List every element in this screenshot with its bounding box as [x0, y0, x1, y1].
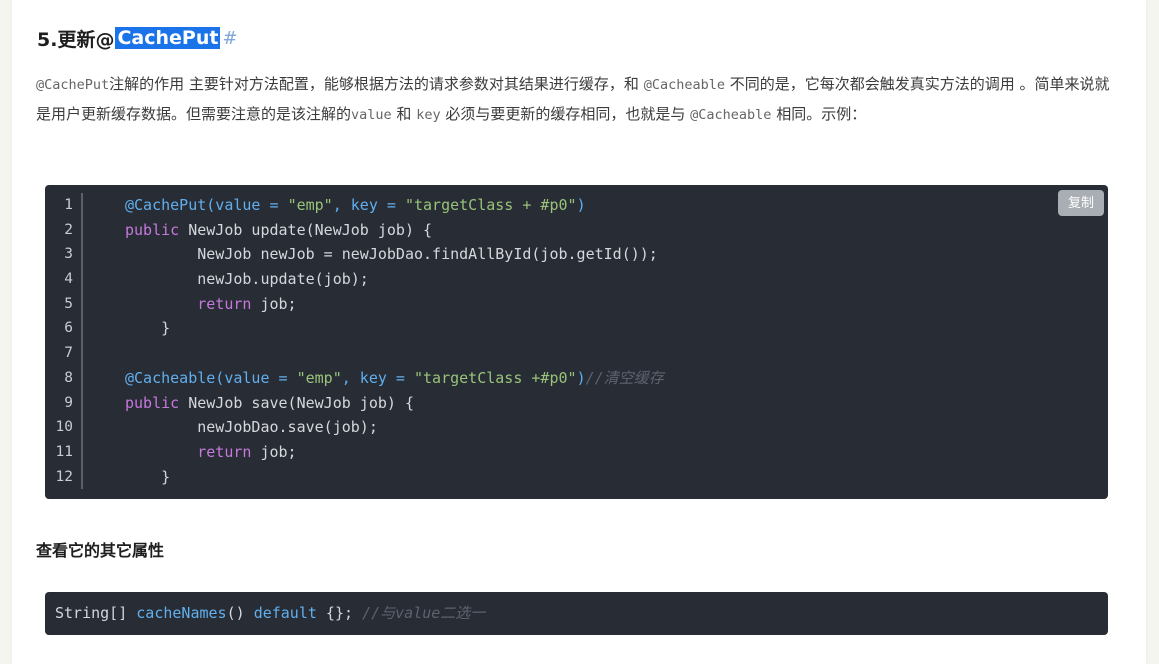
line-number: 10	[55, 419, 73, 436]
line-number: 2	[64, 221, 73, 238]
line-number: 6	[64, 320, 73, 337]
code-annotation: )	[576, 368, 586, 387]
subheading-other-attributes: 查看它的其它属性	[36, 541, 165, 560]
code-block-attribute: String[] cacheNames() default {}; //与val…	[45, 592, 1108, 635]
inline-code: @Cacheable	[690, 107, 772, 123]
code-line-12: }	[125, 467, 171, 486]
paragraph-text: 和	[391, 105, 417, 123]
code-annotation: @Cacheable(value =	[125, 368, 297, 387]
inline-code: key	[416, 107, 441, 123]
paragraph-text: 相同。示例：	[771, 105, 867, 123]
code-annotation: @CachePut(value =	[125, 196, 288, 214]
line-number: 12	[55, 468, 73, 485]
line-number: 5	[64, 295, 73, 312]
article-page: 5.更新@ CachePut # @CachePut注解的作用 主要针对方法配置…	[12, 0, 1146, 664]
code-line-1: @CachePut(value = "emp", key = "targetCl…	[125, 193, 1048, 218]
line-number: 4	[64, 271, 73, 288]
line-number-gutter: 1 2 3 4 5 6 7 8 9 10 11 12	[45, 193, 83, 489]
code-line: String[] cacheNames() default {}; //与val…	[55, 601, 485, 626]
heading-highlight: CachePut	[115, 27, 221, 49]
code-text: NewJob save(NewJob job) {	[179, 393, 414, 412]
code-comment: //清空缓存	[585, 368, 664, 387]
code-text: NewJob update(NewJob job) {	[179, 220, 433, 239]
code-text: ()	[226, 604, 254, 622]
code-keyword: return	[197, 442, 252, 461]
code-line-3: NewJob newJob = newJobDao.findAllById(jo…	[125, 245, 658, 264]
code-annotation: , key =	[332, 196, 405, 214]
inline-code: @Cacheable	[643, 77, 725, 93]
code-text: job;	[251, 294, 297, 313]
code-line-8: @Cacheable(value = "emp", key = "targetC…	[125, 366, 1048, 391]
section-heading: 5.更新@ CachePut #	[37, 22, 238, 54]
code-string: "targetClass +#p0"	[414, 368, 577, 387]
code-line-6: }	[125, 319, 171, 338]
code-function-name: cacheNames	[136, 604, 227, 622]
code-keyword: public	[125, 393, 180, 412]
code-block-example: 1 2 3 4 5 6 7 8 9 10 11 12 @CachePut(val…	[45, 185, 1108, 499]
line-number: 3	[64, 246, 73, 263]
code-annotation: , key =	[341, 368, 414, 387]
code-line-11: return job;	[125, 440, 1048, 465]
code-line-2: public NewJob update(NewJob job) {	[125, 218, 1048, 243]
code-string: "emp"	[296, 368, 342, 387]
code-lines: @CachePut(value = "emp", key = "targetCl…	[125, 193, 1048, 489]
paragraph-text: 必须与要更新的缓存相同，也就是与	[440, 105, 691, 123]
paragraph-text: 注解的作用 主要针对方法配置，能够根据方法的请求参数对其结果进行缓存，和	[109, 75, 644, 93]
line-number: 11	[55, 443, 73, 460]
code-type: String[]	[55, 604, 137, 622]
code-keyword: default	[253, 604, 317, 622]
code-line-5: return job;	[125, 292, 1048, 317]
code-annotation: )	[576, 196, 586, 214]
line-number: 8	[64, 369, 73, 386]
line-number: 7	[64, 345, 73, 362]
code-line-9: public NewJob save(NewJob job) {	[125, 391, 1048, 416]
line-number: 1	[64, 197, 73, 213]
code-keyword: return	[197, 294, 252, 313]
line-number: 9	[64, 394, 73, 411]
code-text: {};	[316, 604, 363, 622]
code-keyword: public	[125, 220, 180, 239]
description-paragraph: @CachePut注解的作用 主要针对方法配置，能够根据方法的请求参数对其结果进…	[36, 70, 1116, 130]
code-line-4: newJob.update(job);	[125, 270, 369, 289]
code-string: "targetClass + #p0"	[404, 196, 577, 214]
copy-code-button[interactable]: 复制	[1058, 190, 1104, 216]
code-text: job;	[251, 442, 297, 461]
inline-code: value	[351, 107, 392, 123]
heading-prefix: 5.更新@	[37, 28, 115, 51]
heading-anchor-link[interactable]: #	[222, 28, 237, 49]
code-comment: //与value二选一	[362, 604, 486, 622]
inline-code: @CachePut	[36, 77, 110, 93]
code-string: "emp"	[287, 196, 333, 214]
code-line-10: newJobDao.save(job);	[125, 418, 378, 437]
